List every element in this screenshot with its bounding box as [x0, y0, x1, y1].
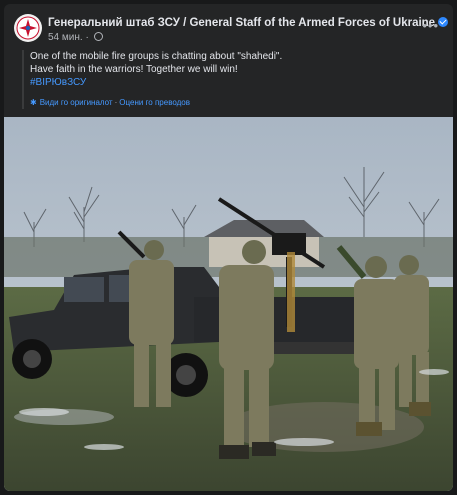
ellipsis-icon[interactable]: •••: [422, 18, 439, 33]
post-photo[interactable]: [4, 117, 453, 491]
rate-translation-link[interactable]: Оцени го преводов: [119, 98, 190, 107]
soldiers-photo: [4, 117, 453, 491]
post-text-line: One of the mobile fire groups is chattin…: [30, 51, 283, 62]
post-timestamp[interactable]: 54 мин.: [48, 32, 83, 43]
page-name-link[interactable]: Генеральний штаб ЗСУ / General Staff of …: [48, 17, 449, 29]
post-text: One of the mobile fire groups is chattin…: [22, 50, 443, 109]
translate-gear-icon[interactable]: ✱: [30, 96, 37, 109]
post-header: Генеральний штаб ЗСУ / General Staff of …: [14, 14, 449, 48]
verified-badge-icon: [438, 17, 449, 27]
page-avatar[interactable]: [14, 14, 42, 42]
translation-separator: ·: [114, 98, 118, 107]
page-name[interactable]: Генеральний штаб ЗСУ / General Staff of …: [48, 17, 435, 29]
meta-separator: ·: [85, 32, 89, 43]
emblem-icon: [16, 16, 40, 40]
post-meta: 54 мин. ·: [48, 32, 103, 43]
globe-icon: [93, 32, 103, 41]
post-text-line: Have faith in the warriors! Together we …: [30, 64, 238, 75]
post-card: Генеральний штаб ЗСУ / General Staff of …: [4, 4, 453, 491]
hashtag-link[interactable]: #ВІРЮвЗСУ: [30, 76, 443, 89]
see-original-link[interactable]: Види го оригиналот: [40, 98, 113, 107]
translation-row: ✱ Види го оригиналот · Оцени го преводов: [30, 96, 443, 109]
